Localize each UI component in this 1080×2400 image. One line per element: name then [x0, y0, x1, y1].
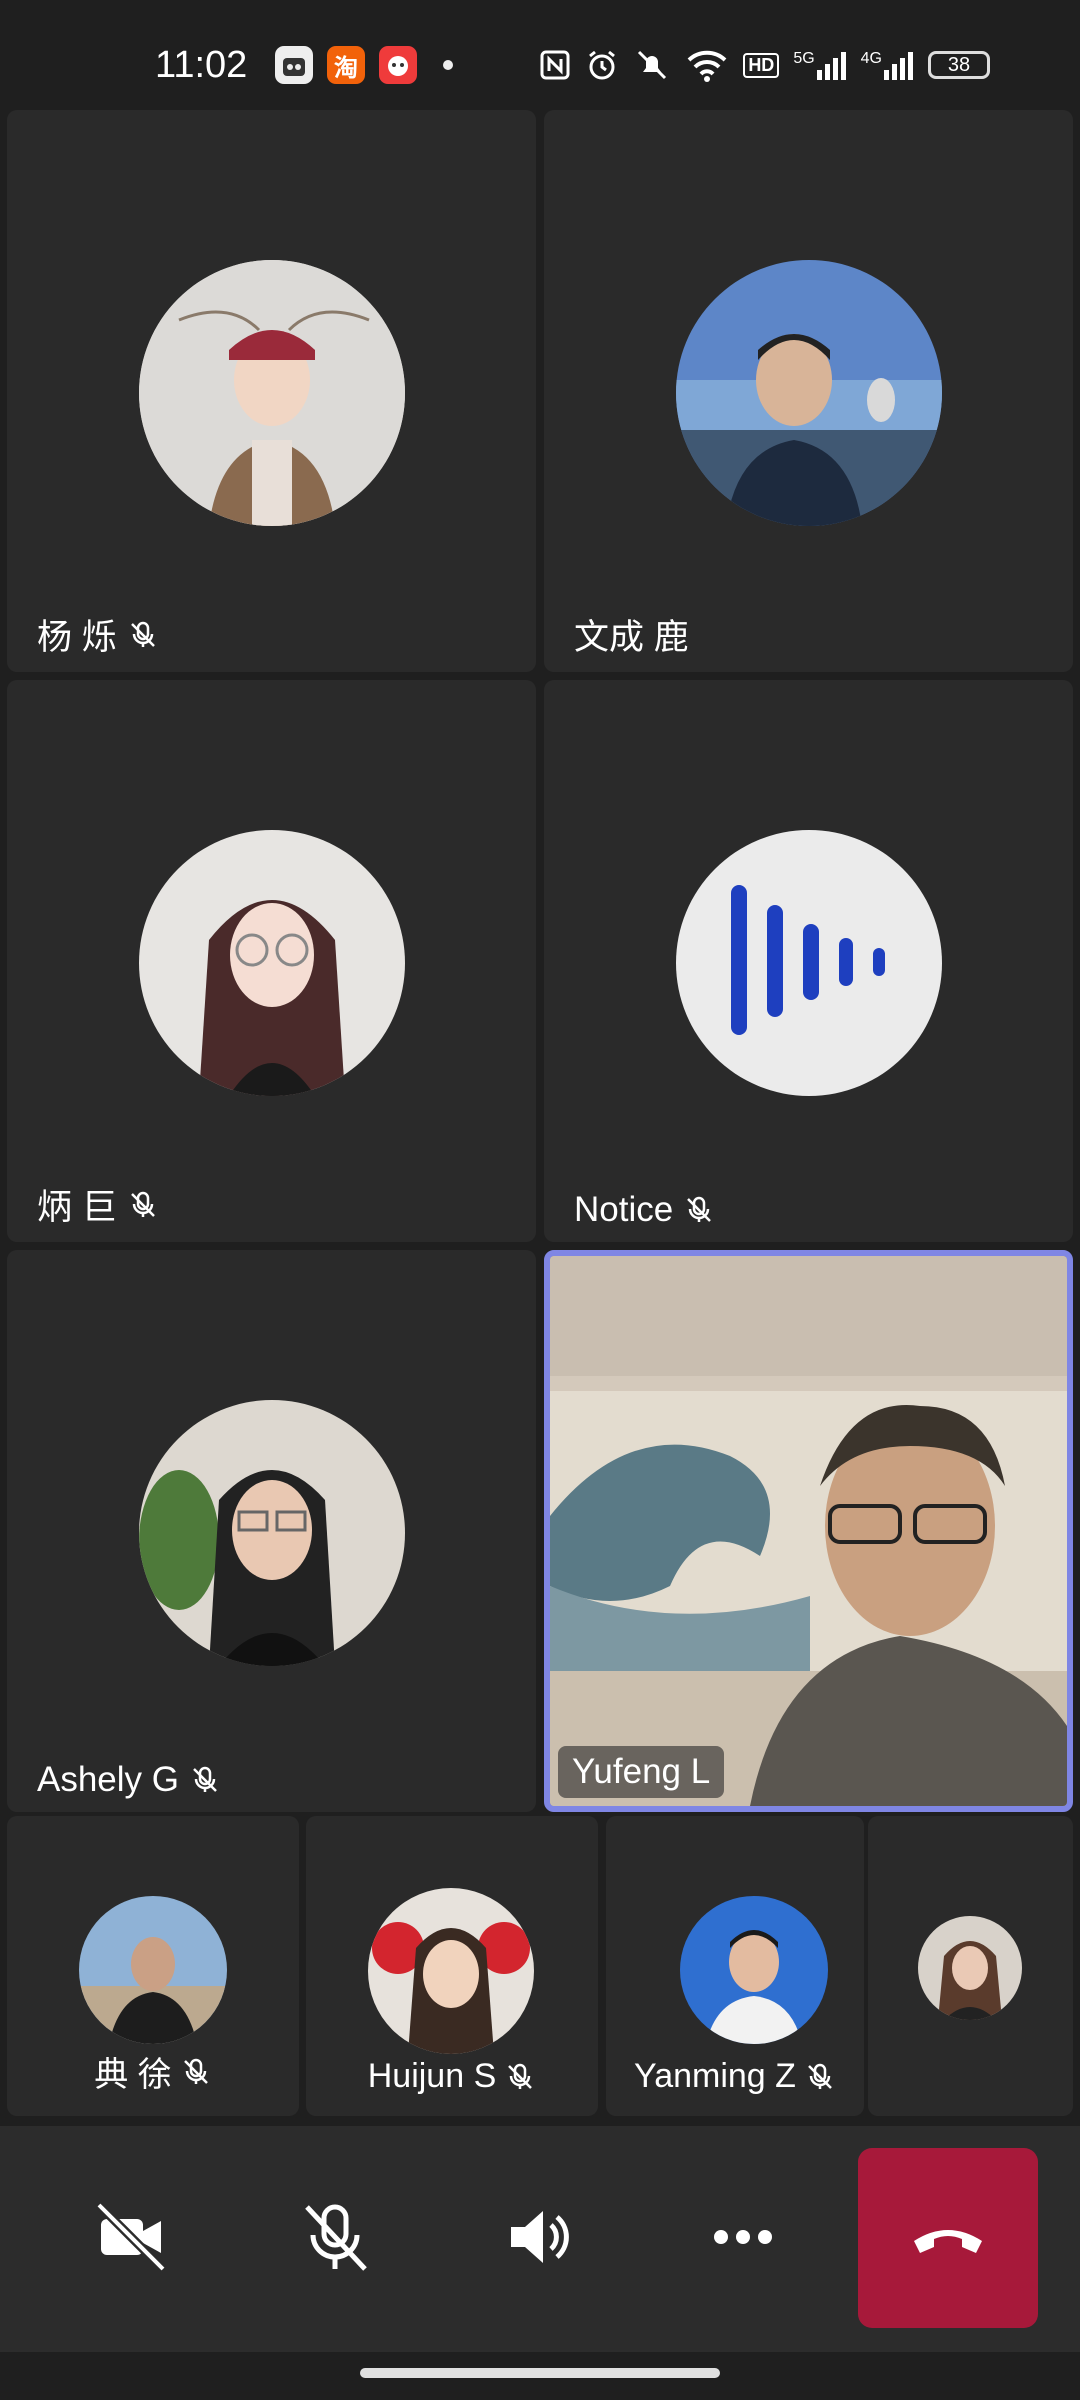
participant-avatar — [139, 1400, 405, 1666]
camera-off-icon — [95, 2201, 167, 2273]
strip-participant-tile[interactable]: Yanming Z — [606, 1816, 864, 2116]
call-control-bar — [0, 2126, 1080, 2352]
participant-avatar — [918, 1916, 1022, 2020]
system-icons: HD 5G 4G 38 — [539, 48, 990, 82]
participant-avatar — [368, 1888, 534, 2054]
signal-5g: 5G — [793, 50, 846, 80]
mic-off-icon — [193, 1766, 217, 1792]
wifi-icon — [687, 50, 727, 82]
participant-video — [550, 1256, 1067, 1806]
more-notifications-dot — [443, 60, 453, 70]
battery-indicator: 38 — [928, 51, 990, 79]
participant-name: 炳 巨 — [37, 1179, 159, 1230]
notification-icons: 淘 — [275, 46, 453, 84]
participant-name: Yufeng L — [558, 1746, 725, 1798]
active-speaker-tile[interactable]: Yufeng L — [544, 1250, 1073, 1812]
strip-participant-tile[interactable] — [868, 1816, 1073, 2116]
participant-avatar — [139, 260, 405, 526]
more-options-button[interactable] — [688, 2182, 798, 2292]
strip-participant-tile[interactable]: 典 徐 — [7, 1816, 299, 2116]
app-icon — [275, 46, 313, 84]
signal-4g: 4G — [861, 50, 914, 80]
nfc-icon — [540, 50, 570, 80]
camera-toggle-button[interactable] — [76, 2182, 186, 2292]
alarm-icon — [589, 50, 616, 80]
red-app-icon — [379, 46, 417, 84]
mute-bell-icon — [638, 50, 667, 80]
more-icon — [714, 2230, 772, 2244]
speaker-button[interactable] — [484, 2182, 594, 2292]
hd-badge: HD — [743, 52, 780, 78]
mic-off-icon — [183, 2058, 208, 2084]
status-bar: 11:02 淘 HD 5G 4G 38 — [0, 0, 1080, 110]
participant-tile[interactable]: 炳 巨 — [7, 680, 536, 1242]
participant-tile[interactable]: 杨 烁 — [7, 110, 536, 672]
hang-up-icon — [914, 2230, 982, 2253]
strip-participant-tile[interactable]: Huijun S — [306, 1816, 598, 2116]
participant-tile[interactable]: Ashely G — [7, 1250, 536, 1812]
participant-avatar — [79, 1896, 227, 2044]
participant-name: 典 徐 — [7, 2047, 299, 2096]
mic-off-icon — [305, 2204, 367, 2271]
participant-avatar — [676, 260, 942, 526]
clock: 11:02 — [155, 44, 248, 86]
participant-name: Notice — [574, 1190, 715, 1230]
mic-off-icon — [687, 1196, 712, 1222]
participant-avatar — [680, 1896, 828, 2044]
mic-toggle-button[interactable] — [280, 2182, 390, 2292]
mic-off-icon — [508, 2063, 533, 2089]
end-call-button[interactable] — [858, 2148, 1038, 2328]
participant-avatar — [139, 830, 405, 1096]
mic-off-icon — [808, 2063, 832, 2089]
participant-tile[interactable]: Notice — [544, 680, 1073, 1242]
mic-off-icon — [130, 1191, 155, 1217]
audio-wave-icon — [731, 885, 885, 1035]
participant-name: Yanming Z — [606, 2057, 864, 2096]
taobao-icon: 淘 — [327, 46, 365, 84]
participant-avatar — [676, 830, 942, 1096]
participant-name: Huijun S — [306, 2057, 598, 2096]
participant-name: 杨 烁 — [37, 609, 159, 660]
home-indicator[interactable] — [360, 2368, 720, 2378]
participant-name: Ashely G — [37, 1760, 221, 1800]
participant-name: 文成 鹿 — [574, 618, 689, 657]
participant-tile[interactable]: 文成 鹿 — [544, 110, 1073, 672]
mic-off-icon — [130, 621, 155, 647]
speaker-icon — [511, 2211, 569, 2263]
